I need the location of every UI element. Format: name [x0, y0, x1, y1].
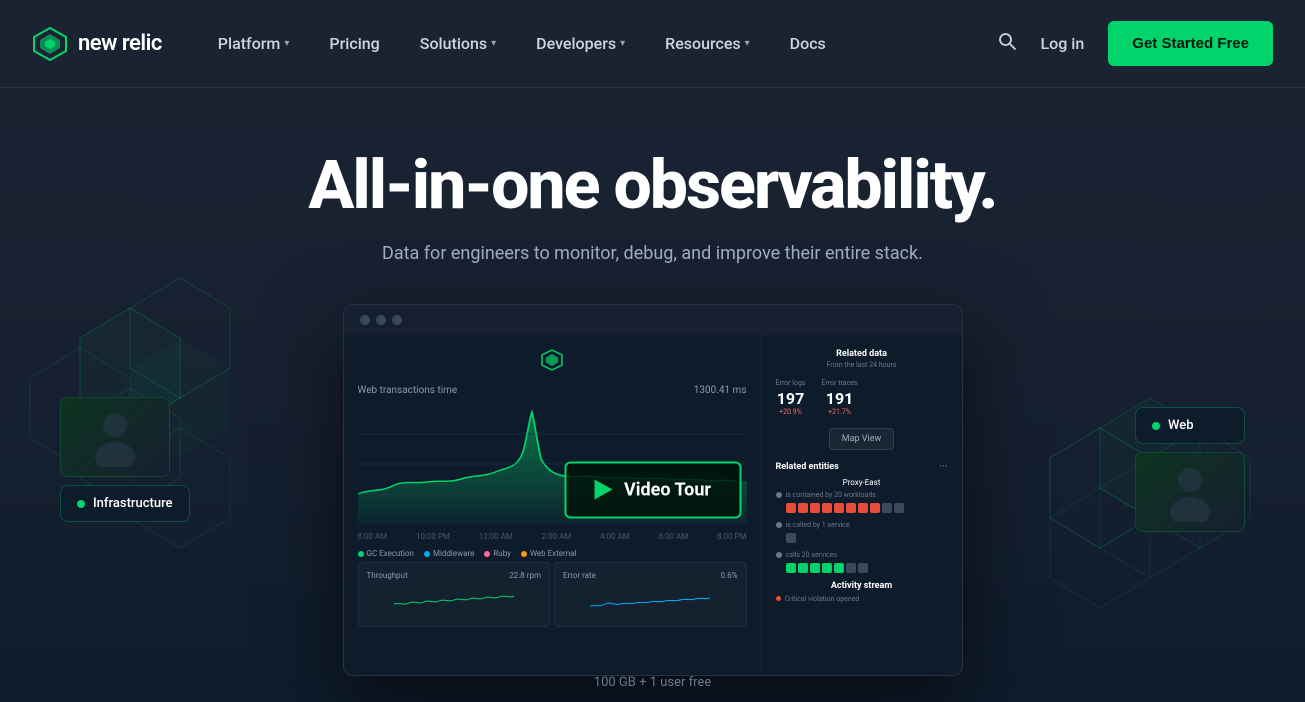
nav-platform[interactable]: Platform ▾ [202, 26, 306, 61]
activity-dot [776, 596, 781, 601]
hex-dot [810, 563, 820, 573]
navbar-right: Log in Get Started Free [997, 21, 1273, 66]
error-logs-metric: Error logs 197 +20.9% [776, 379, 806, 416]
logo-icon [32, 26, 68, 62]
hex-dot [798, 563, 808, 573]
error-rate-sparkline [590, 584, 710, 614]
logo-text: new relic [78, 31, 162, 56]
logo[interactable]: new relic [32, 26, 162, 62]
dashboard-mockup: Web transactions time 1300.41 ms [343, 304, 963, 676]
metrics-row: Error logs 197 +20.9% Error traces 191 +… [776, 379, 948, 416]
hex-dot [834, 503, 844, 513]
video-tour-label: Video Tour [624, 479, 711, 500]
navbar-left: new relic Platform ▾ Pricing Solutions ▾… [32, 26, 842, 62]
bottom-text: 100 GB + 1 user free [594, 675, 711, 690]
window-dot-3 [392, 315, 402, 325]
play-icon [594, 480, 612, 500]
nav-links: Platform ▾ Pricing Solutions ▾ Developer… [202, 26, 842, 61]
infra-status-dot [77, 500, 85, 508]
entity-called-desc: is called by 1 service [776, 521, 948, 529]
chart-time-labels: 8:00 AM10:00 PM12:00 AM2:00 AM4:00 AM6:0… [358, 532, 747, 541]
hex-dot [846, 563, 856, 573]
activity-item: Critical violation opened [776, 595, 948, 603]
hex-dot [822, 563, 832, 573]
hex-dot [798, 503, 808, 513]
person-thumbnail [90, 407, 140, 467]
chevron-down-icon: ▾ [284, 38, 289, 49]
search-button[interactable] [997, 31, 1017, 57]
hex-dot [810, 503, 820, 513]
chevron-down-icon: ▾ [491, 38, 496, 49]
chart-legend: GC Execution Middleware Ruby Web Externa… [358, 549, 747, 558]
nav-docs[interactable]: Docs [774, 26, 842, 61]
video-tour-button[interactable]: Video Tour [564, 461, 741, 518]
hex-dot [786, 563, 796, 573]
sub-charts: Throughput 22.8 rpm Error rate 0.6% [358, 562, 747, 627]
legend-dot-web-external [521, 551, 527, 557]
hex-dot [834, 563, 844, 573]
nav-resources[interactable]: Resources ▾ [649, 26, 766, 61]
legend-dot-middleware [424, 551, 430, 557]
entity-calls-dot [776, 552, 782, 558]
person-thumbnail-right [1165, 462, 1215, 522]
related-data-panel: Related data From the last 24 hours Erro… [762, 335, 962, 675]
hex-dot [882, 503, 892, 513]
service-hex-dots [786, 533, 948, 543]
legend-dot-gc [358, 551, 364, 557]
calls-hex-dots [786, 563, 948, 573]
hex-dot [846, 503, 856, 513]
legend-dot-ruby [484, 551, 490, 557]
error-rate-chart: Error rate 0.6% [554, 562, 747, 627]
chevron-down-icon: ▾ [745, 38, 750, 49]
get-started-button[interactable]: Get Started Free [1108, 21, 1273, 66]
web-card: Web [1135, 407, 1245, 532]
entity-contained-desc: is contained by 20 workloads [776, 491, 948, 499]
hex-dot [870, 503, 880, 513]
hex-dot [822, 503, 832, 513]
entity-called-dot [776, 522, 782, 528]
related-entities-header: Related entities ··· [776, 462, 948, 472]
throughput-chart: Throughput 22.8 rpm [358, 562, 551, 627]
infra-label-card: Infrastructure [60, 485, 190, 522]
nav-pricing[interactable]: Pricing [313, 26, 395, 61]
error-traces-metric: Error traces 191 +21.7% [822, 379, 858, 416]
hex-dot [858, 563, 868, 573]
panel-logo [541, 349, 563, 371]
window-dot-2 [376, 315, 386, 325]
chevron-down-icon: ▾ [620, 38, 625, 49]
nav-developers[interactable]: Developers ▾ [520, 26, 641, 61]
hero-subtitle: Data for engineers to monitor, debug, an… [32, 243, 1273, 264]
web-status-dot [1152, 422, 1160, 430]
chart-title: Web transactions time 1300.41 ms [358, 385, 747, 396]
window-titlebar [344, 305, 962, 335]
hex-dot [786, 503, 796, 513]
infra-label: Infrastructure [93, 496, 173, 511]
web-label: Web [1168, 418, 1194, 433]
hex-dot [786, 533, 796, 543]
navbar: new relic Platform ▾ Pricing Solutions ▾… [0, 0, 1305, 88]
hero-title: All-in-one observability. [32, 148, 1273, 223]
hex-dot [858, 503, 868, 513]
search-icon [997, 31, 1017, 51]
infrastructure-card: Infrastructure [60, 397, 190, 522]
entity-calls-desc: calls 20 services [776, 551, 948, 559]
hex-dot [894, 503, 904, 513]
login-link[interactable]: Log in [1041, 34, 1085, 53]
web-label-card: Web [1135, 407, 1245, 444]
nav-solutions[interactable]: Solutions ▾ [404, 26, 512, 61]
window-dot-1 [360, 315, 370, 325]
workloads-hex-dots [786, 503, 948, 513]
entity-contained-dot [776, 492, 782, 498]
map-view-button[interactable]: Map View [829, 428, 895, 450]
throughput-sparkline [394, 584, 514, 614]
bottom-bar: 100 GB + 1 user free [0, 671, 1305, 690]
hero-section: All-in-one observability. Data for engin… [0, 88, 1305, 702]
